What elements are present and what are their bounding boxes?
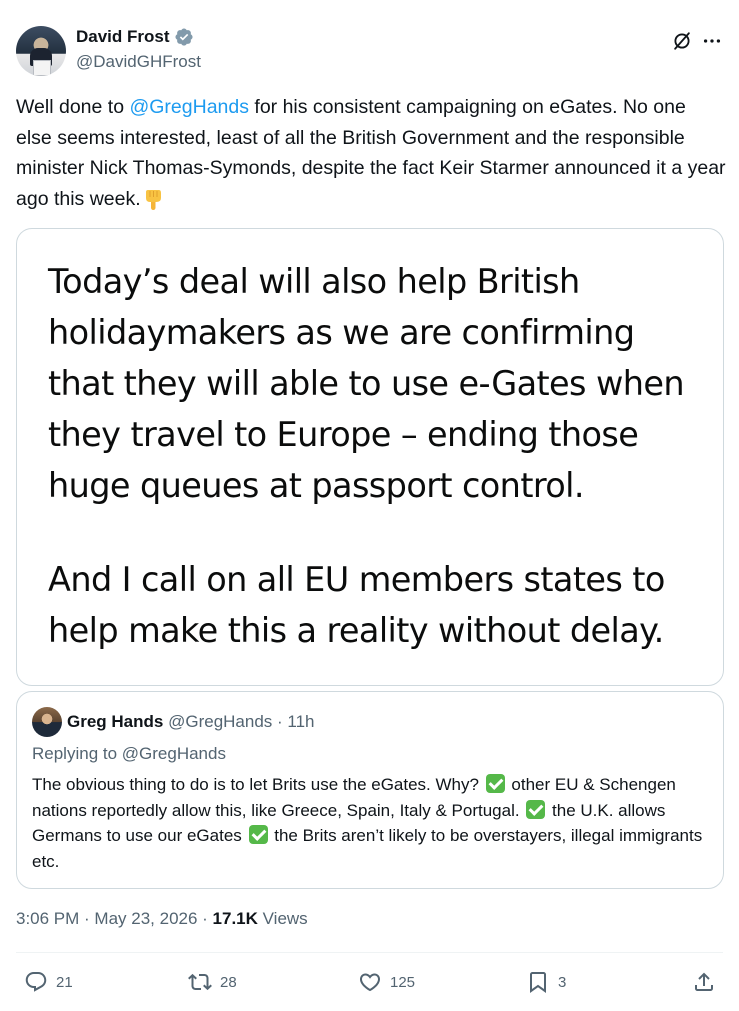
author-handle[interactable]: @DavidGHFrost xyxy=(76,52,201,72)
like-count: 125 xyxy=(390,973,416,991)
quoted-tweet-header: Greg Hands @GregHands · 11h xyxy=(67,712,315,732)
action-bar: 21 28 125 3 xyxy=(16,966,723,1002)
tweet-text-part: Well done to xyxy=(16,96,130,118)
views-count: 17.1K xyxy=(212,909,258,928)
bookmark-icon xyxy=(530,972,546,993)
repost-icon xyxy=(188,973,212,991)
check-mark-emoji-icon xyxy=(248,825,268,844)
repost-count: 28 xyxy=(220,973,237,991)
quoted-text-part: The obvious thing to do is to let Brits … xyxy=(32,775,484,794)
quoted-statement-image[interactable]: Today’s deal will also help British holi… xyxy=(16,228,724,686)
pointing-down-emoji-icon xyxy=(145,189,161,210)
reply-icon xyxy=(25,972,47,992)
statement-paragraph-1: Today’s deal will also help British holi… xyxy=(48,262,685,505)
quoted-author-name: Greg Hands xyxy=(67,712,164,731)
quoted-tweet[interactable]: Greg Hands @GregHands · 11h Replying to … xyxy=(16,691,724,889)
author-name-line: David Frost xyxy=(76,27,194,47)
replying-to-label: Replying to @GregHands xyxy=(32,744,226,763)
like-icon xyxy=(359,973,381,992)
quoted-author-meta: @GregHands · 11h xyxy=(168,712,315,731)
check-mark-emoji-icon xyxy=(526,799,546,819)
share-icon xyxy=(695,972,713,991)
repost-button[interactable]: 28 xyxy=(188,970,237,994)
tweet-timestamp: 3:06 PM · May 23, 2026 · 17.1K Views xyxy=(16,909,308,929)
avatar-podium xyxy=(33,60,51,76)
timestamp-date[interactable]: 3:06 PM · May 23, 2026 · xyxy=(16,909,213,928)
statement-text: Today’s deal will also help British holi… xyxy=(48,256,708,656)
quoted-tweet-text: The obvious thing to do is to let Brits … xyxy=(32,772,712,874)
quoted-author-avatar xyxy=(32,707,62,737)
bookmark-count: 3 xyxy=(558,973,567,991)
check-mark-emoji-icon xyxy=(485,774,505,793)
divider xyxy=(16,952,723,953)
views-label: Views xyxy=(257,909,308,928)
reply-button[interactable]: 21 xyxy=(24,970,73,994)
like-button[interactable]: 125 xyxy=(358,970,415,994)
author-avatar[interactable] xyxy=(16,26,66,76)
share-button[interactable] xyxy=(692,970,716,994)
statement-paragraph-2: And I call on all EU members states to h… xyxy=(48,560,665,650)
grok-icon[interactable] xyxy=(671,30,693,52)
author-display-name[interactable]: David Frost xyxy=(76,27,170,47)
more-icon[interactable] xyxy=(701,30,723,52)
verified-badge-icon xyxy=(174,28,193,46)
tweet-header: David Frost @DavidGHFrost xyxy=(16,24,723,76)
bookmark-button[interactable]: 3 xyxy=(526,970,566,994)
tweet-text: Well done to @GregHands for his consiste… xyxy=(16,92,726,214)
mention-link[interactable]: @GregHands xyxy=(129,96,249,118)
reply-count: 21 xyxy=(56,973,73,991)
